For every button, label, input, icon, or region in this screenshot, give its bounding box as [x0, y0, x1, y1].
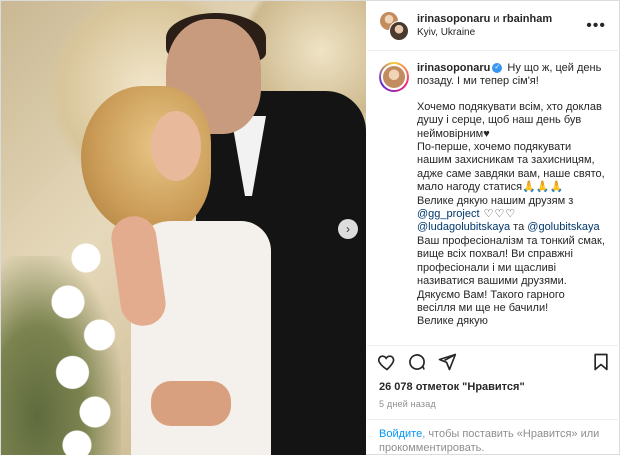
header-username-1[interactable]: irinasoponaru — [417, 13, 490, 25]
caption-line: неймовірним♥ — [417, 127, 490, 140]
avatar[interactable] — [389, 20, 409, 41]
caption-text: irinasoponaru ✓ Ну що ж, цей день позаду.… — [417, 62, 608, 329]
bookmark-icon[interactable] — [591, 352, 611, 372]
caption-line: Ваш професіоналізм та тонкий смак, — [417, 234, 605, 247]
caption-avatar[interactable] — [379, 62, 409, 92]
more-horizontal-icon[interactable]: ••• — [586, 17, 606, 35]
caption-and: та — [510, 221, 528, 234]
location-link[interactable]: Kyiv, Ukraine — [417, 27, 552, 38]
caption-line: Ну що ж, цей день — [507, 62, 602, 74]
collab-avatars[interactable] — [379, 10, 409, 41]
chevron-right-icon: › — [346, 222, 350, 236]
post-header: irinasoponaru и rbainham Kyiv, Ukraine •… — [367, 1, 620, 51]
caption-hearts: ♡♡♡ — [479, 208, 517, 221]
next-photo-button[interactable]: › — [338, 219, 358, 239]
caption: irinasoponaru ✓ Ну що ж, цей день позаду.… — [367, 52, 620, 344]
action-bar — [367, 345, 620, 377]
mention-link[interactable]: @gg_project — [417, 208, 480, 220]
heart-icon[interactable] — [377, 352, 397, 372]
comment-icon[interactable] — [407, 352, 427, 372]
caption-line: Хочемо подякувати всім, хто доклав — [417, 100, 602, 113]
caption-line: позаду. І ми тепер сім'я! — [417, 75, 539, 88]
caption-line: душу і серце, щоб наш день був — [417, 114, 582, 127]
mention-link[interactable]: @golubitskaya — [527, 221, 599, 233]
caption-line: нашим захисникам та захисницям, — [417, 154, 595, 167]
instagram-post: › irinasoponaru и rbainham Kyiv, Ukraine… — [0, 0, 620, 455]
caption-line: Велике дякую нашим друзям з — [417, 194, 574, 207]
header-joiner: и — [490, 13, 503, 25]
caption-line: Велике дякую — [417, 315, 488, 328]
header-username-2[interactable]: rbainham — [503, 13, 553, 25]
login-prompt: Войдите, чтобы поставить «Нравится» или … — [367, 419, 620, 455]
caption-line: вище всіх похвал! Ви справжні — [417, 248, 573, 261]
caption-line: називатися вашими друзями. — [417, 275, 567, 288]
caption-line: мало нагоду статися🙏🙏🙏 — [417, 181, 564, 194]
caption-line: По-перше, хочемо подякувати — [417, 141, 572, 154]
caption-line: адже саме завдяки вам, наше свято, — [417, 167, 605, 180]
caption-line: весілля ми ще не бачили! — [417, 301, 549, 314]
likes-count[interactable]: 26 078 отметок "Нравится" — [379, 381, 525, 393]
post-date[interactable]: 5 дней назад — [379, 399, 436, 409]
verified-badge-icon: ✓ — [492, 63, 503, 74]
mention-link[interactable]: @ludagolubitskaya — [417, 221, 510, 233]
post-side-panel: irinasoponaru и rbainham Kyiv, Ukraine •… — [367, 1, 620, 455]
caption-line: професіонали і ми щасливі — [417, 261, 557, 274]
post-photo[interactable]: › — [1, 1, 366, 455]
caption-line: Дякуємо Вам! Такого гарного — [417, 288, 565, 301]
caption-username[interactable]: irinasoponaru — [417, 62, 490, 74]
share-icon[interactable] — [437, 352, 457, 372]
login-link[interactable]: Войдите — [379, 428, 422, 440]
